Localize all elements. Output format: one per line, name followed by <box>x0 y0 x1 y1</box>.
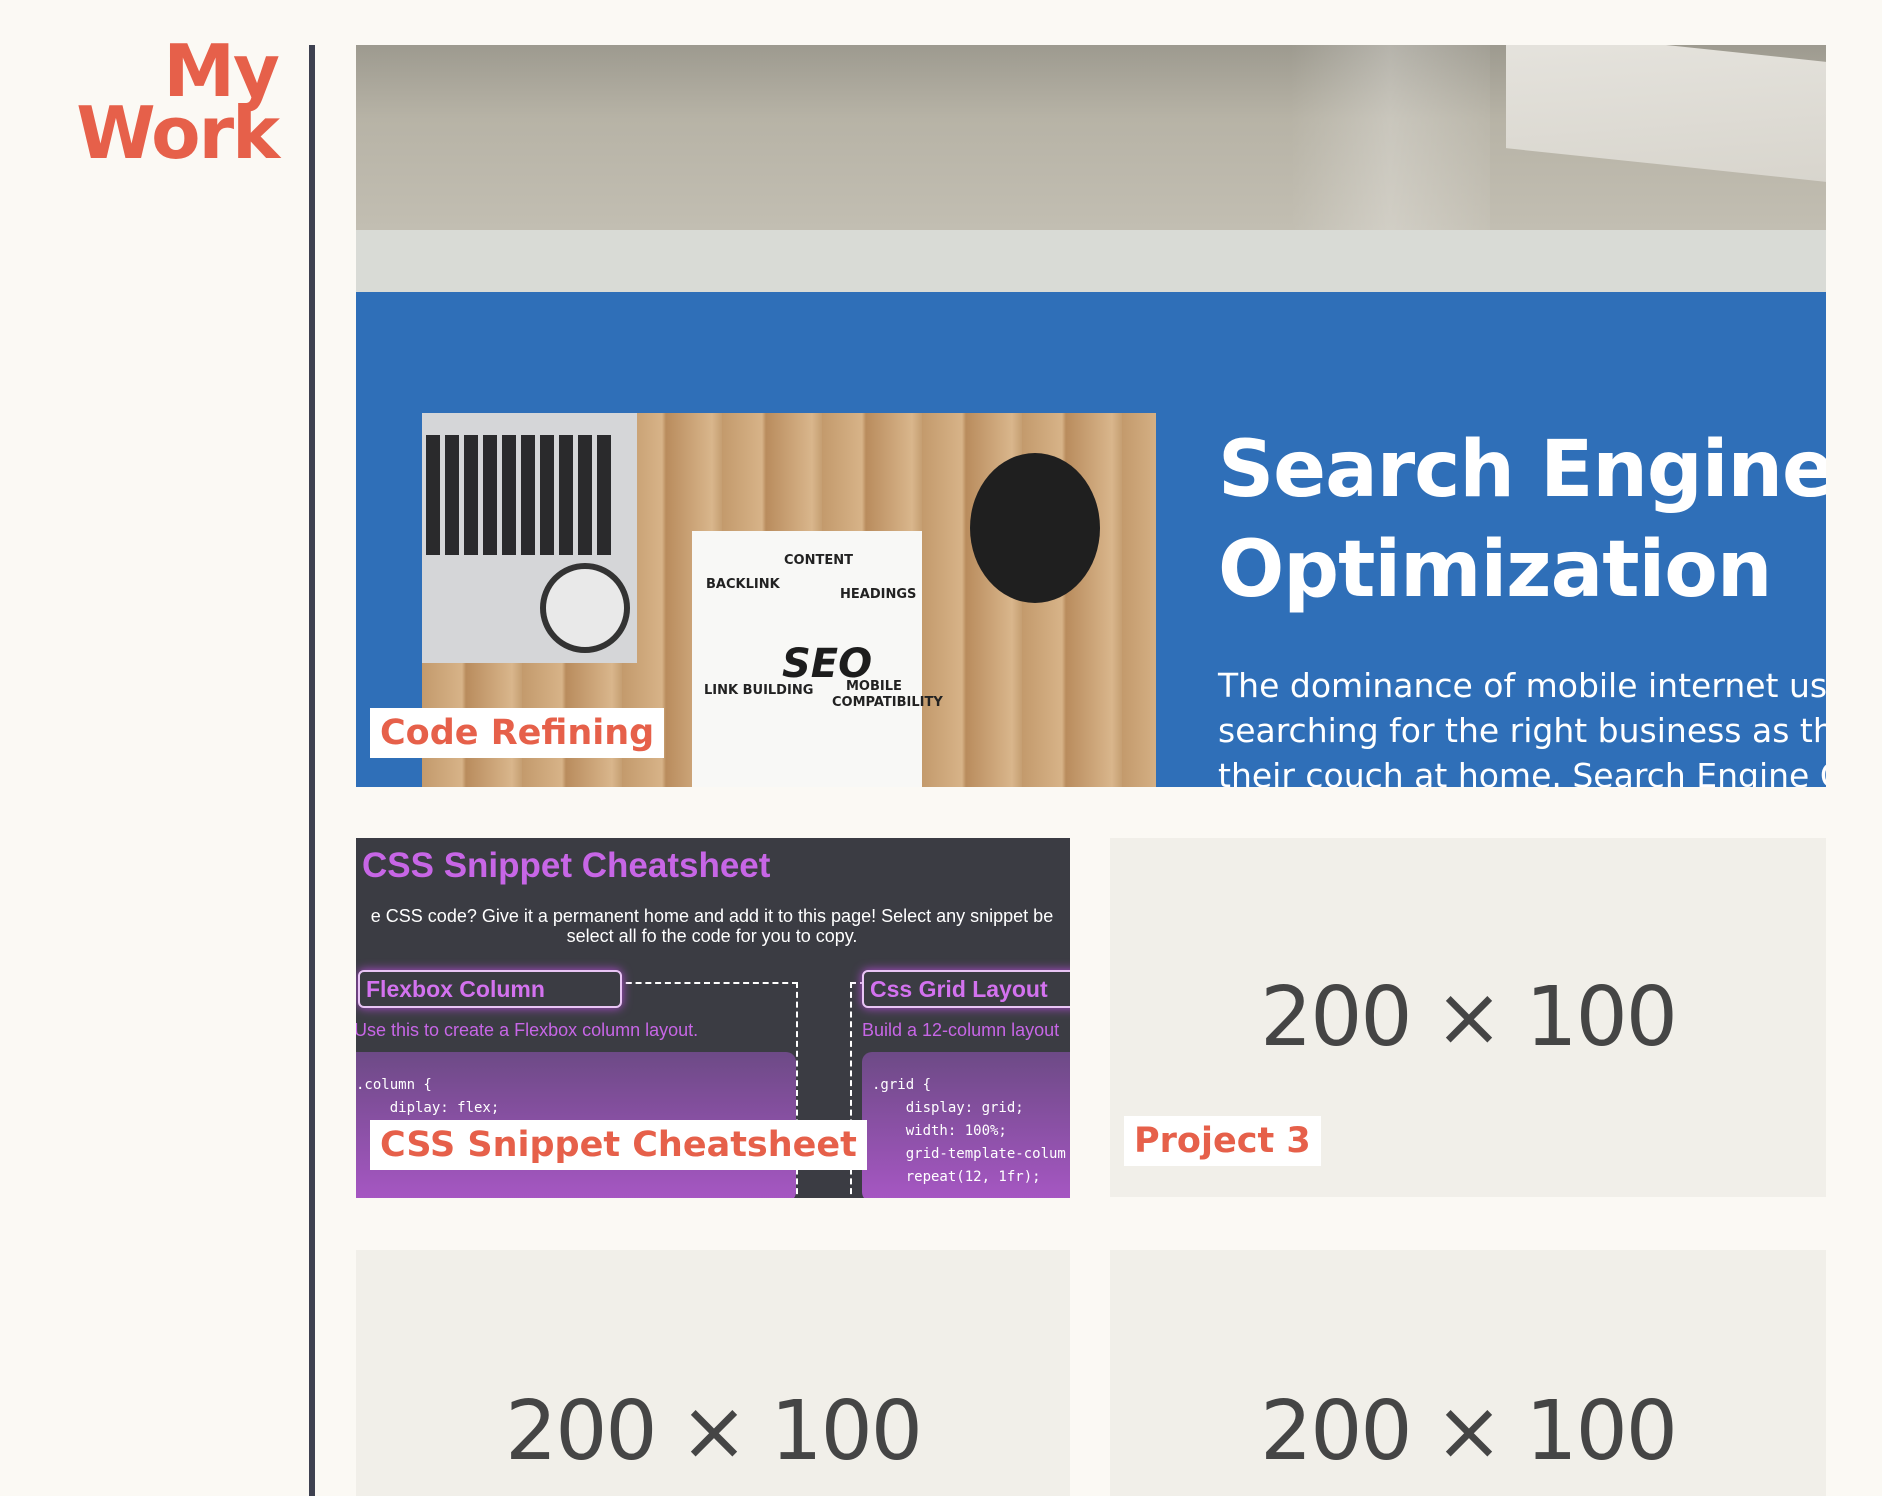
snippet-sub-flexbox: Use this to create a Flexbox column layo… <box>356 1020 699 1040</box>
seo-body-line-3: their couch at home. Search Engine Op <box>1218 756 1826 787</box>
snippet-code-grid-text: .grid { display: grid; width: 100%; grid… <box>872 1077 1066 1185</box>
placeholder-image-text: 200 × 100 <box>1260 970 1678 1065</box>
project-label[interactable]: CSS Snippet Cheatsheet <box>370 1120 867 1170</box>
project-label[interactable]: Code Refining <box>370 708 665 758</box>
pencil-cup-image <box>970 453 1100 603</box>
tag-compatibility: COMPATIBILITY <box>832 695 943 710</box>
tag-content: CONTENT <box>784 553 853 568</box>
project-card-4[interactable]: 200 × 100 <box>356 1250 1070 1496</box>
project-card-code-refining[interactable]: SEO CONTENT BACKLINK HEADINGS LINK BUILD… <box>356 45 1826 787</box>
cheatsheet-title: CSS Snippet Cheatsheet <box>362 846 771 885</box>
cheatsheet-description: e CSS code? Give it a permanent home and… <box>356 906 1070 946</box>
snippet-title-flexbox: Flexbox Column <box>358 970 622 1008</box>
tag-link-building: LINK BUILDING <box>704 683 814 698</box>
section-title: My Work <box>60 35 280 175</box>
seo-body-line-1: The dominance of mobile internet use <box>1218 666 1826 705</box>
seo-body-line-2: searching for the right business as they <box>1218 711 1826 750</box>
snippet-sub-grid: Build a 12-column layout <box>862 1020 1060 1040</box>
snippet-title-grid: Css Grid Layout <box>862 970 1070 1008</box>
cheatsheet-description-line-1: e CSS code? Give it a permanent home and… <box>370 906 1054 926</box>
cheatsheet-description-line-2: select all fo the code for you to copy. <box>566 926 858 946</box>
tag-headings: HEADINGS <box>840 587 917 602</box>
tag-backlink: BACKLINK <box>706 577 780 592</box>
seo-body-text: The dominance of mobile internet use sea… <box>1218 663 1826 787</box>
keyboard-image <box>426 435 616 555</box>
project-label[interactable]: Project 3 <box>1124 1116 1321 1166</box>
seo-heading: Search Engine Optimization <box>1218 420 1826 620</box>
seo-heading-line-2: Optimization <box>1218 525 1772 615</box>
snippet-code-grid: .grid { display: grid; width: 100%; grid… <box>862 1052 1070 1198</box>
project-card-5[interactable]: 200 × 100 <box>1110 1250 1826 1496</box>
section-title-line-2: Work <box>76 91 280 175</box>
magnifier-icon <box>540 563 630 653</box>
vertical-divider <box>309 45 315 1496</box>
gray-strip <box>356 230 1826 292</box>
tag-mobile: MOBILE <box>846 679 902 694</box>
placeholder-image-text: 200 × 100 <box>505 1384 923 1479</box>
seo-heading-line-1: Search Engine <box>1218 425 1826 515</box>
notebook-image: SEO CONTENT BACKLINK HEADINGS LINK BUILD… <box>692 531 943 787</box>
project-card-project-3[interactable]: 200 × 100 Project 3 <box>1110 838 1826 1197</box>
placeholder-image-text: 200 × 100 <box>1260 1384 1678 1479</box>
project-card-css-snippet-cheatsheet[interactable]: CSS Snippet Cheatsheet e CSS code? Give … <box>356 838 1070 1198</box>
glass-image <box>1290 45 1490 230</box>
